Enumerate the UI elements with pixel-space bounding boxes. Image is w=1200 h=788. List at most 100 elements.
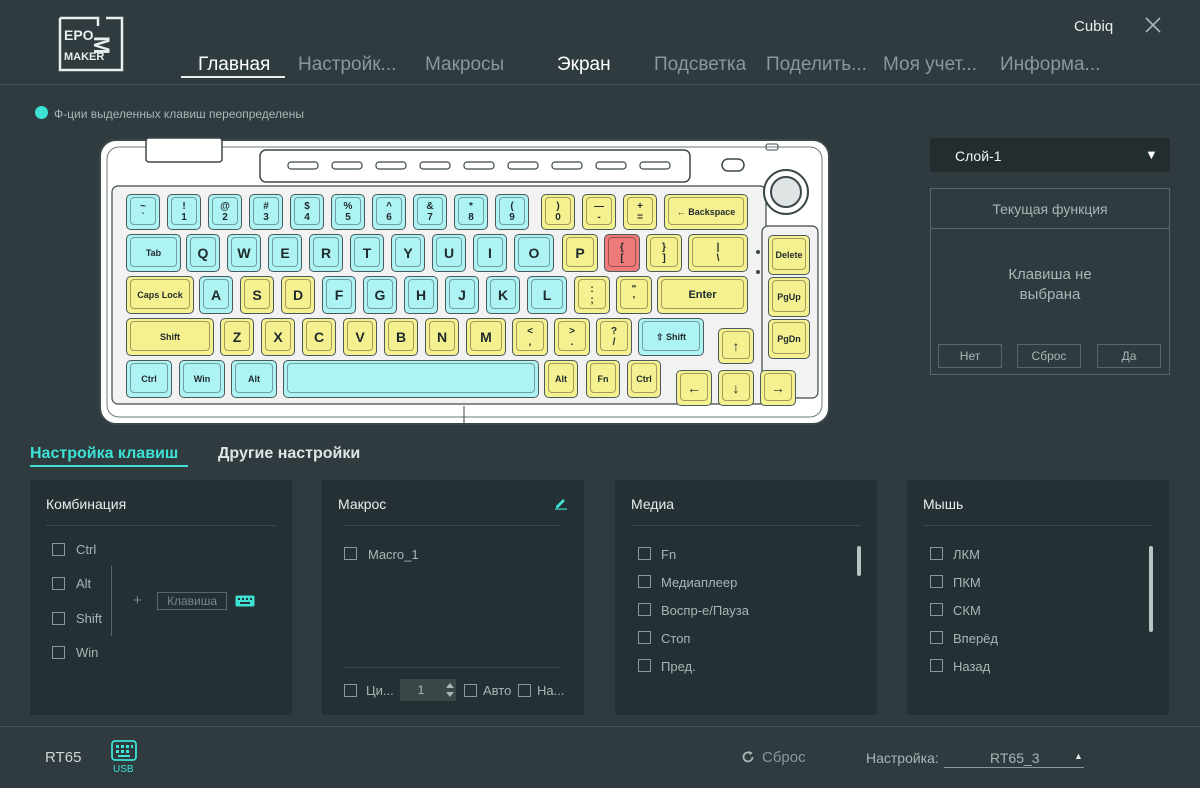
key-s[interactable]: S (240, 276, 274, 314)
key-7[interactable]: & 7 (413, 194, 447, 230)
reset-button[interactable]: Сброс (1017, 344, 1081, 368)
tab-home[interactable]: Главная (198, 54, 270, 76)
key-bracket-left[interactable]: { [ (604, 234, 640, 272)
key-x[interactable]: X (261, 318, 295, 356)
key-win[interactable]: Win (179, 360, 225, 398)
tab-other-settings[interactable]: Другие настройки (218, 445, 360, 463)
key-minus[interactable]: — - (582, 194, 616, 230)
key-e[interactable]: E (268, 234, 302, 272)
key-6[interactable]: ^ 6 (372, 194, 406, 230)
media-checkbox-player[interactable] (638, 575, 651, 588)
key-ctrl-right[interactable]: Ctrl (627, 360, 661, 398)
win-checkbox[interactable] (52, 646, 65, 659)
key-3[interactable]: # 3 (249, 194, 283, 230)
shift-checkbox[interactable] (52, 612, 65, 625)
key-delete[interactable]: Delete (768, 235, 810, 275)
key-period[interactable]: > . (554, 318, 590, 356)
cycle-checkbox[interactable] (344, 684, 357, 697)
key-k[interactable]: K (486, 276, 520, 314)
tab-screen[interactable]: Экран (557, 54, 611, 76)
key-input[interactable]: Клавиша (157, 592, 227, 610)
key-capslock[interactable]: Caps Lock (126, 276, 194, 314)
key-backspace[interactable]: ← Backspace (664, 194, 748, 230)
key-n[interactable]: N (425, 318, 459, 356)
key-backslash[interactable]: | \ (688, 234, 748, 272)
key-alt-right[interactable]: Alt (544, 360, 578, 398)
key-2[interactable]: @ 2 (208, 194, 242, 230)
tab-key-settings[interactable]: Настройка клавиш (30, 445, 178, 463)
mouse-checkbox-mmb[interactable] (930, 603, 943, 616)
key-a[interactable]: A (199, 276, 233, 314)
key-shift-right[interactable]: ⇧ Shift (638, 318, 704, 356)
footer-reset-button[interactable]: Сброс (762, 749, 806, 766)
key-arrow-up[interactable]: ↑ (718, 328, 754, 364)
close-icon[interactable] (1144, 16, 1162, 34)
stepper-arrows-icon[interactable] (444, 680, 456, 700)
key-u[interactable]: U (432, 234, 466, 272)
key-pgup[interactable]: PgUp (768, 277, 810, 317)
key-quote[interactable]: " ' (616, 276, 652, 314)
media-checkbox-stop[interactable] (638, 631, 651, 644)
alt-checkbox[interactable] (52, 577, 65, 590)
key-5[interactable]: % 5 (331, 194, 365, 230)
key-fn[interactable]: Fn (586, 360, 620, 398)
mouse-checkbox-lmb[interactable] (930, 547, 943, 560)
key-d[interactable]: D (281, 276, 315, 314)
key-j[interactable]: J (445, 276, 479, 314)
key-1[interactable]: ! 1 (167, 194, 201, 230)
key-comma[interactable]: < , (512, 318, 548, 356)
caret-up-icon[interactable]: ▲ (1074, 751, 1083, 761)
key-q[interactable]: Q (186, 234, 220, 272)
media-checkbox-playpause[interactable] (638, 603, 651, 616)
key-v[interactable]: V (343, 318, 377, 356)
key-t[interactable]: T (350, 234, 384, 272)
tab-info[interactable]: Информа... (1000, 54, 1100, 76)
tab-macros[interactable]: Макросы (425, 54, 504, 76)
media-scrollbar[interactable] (857, 546, 861, 576)
key-4[interactable]: $ 4 (290, 194, 324, 230)
key-f[interactable]: F (322, 276, 356, 314)
media-checkbox-fn[interactable] (638, 547, 651, 560)
key-bracket-right[interactable]: } ] (646, 234, 682, 272)
usb-keyboard-icon[interactable] (110, 740, 138, 762)
key-b[interactable]: B (384, 318, 418, 356)
profile-select[interactable]: RT65_3 (990, 750, 1040, 766)
key-semicolon[interactable]: : ; (574, 276, 610, 314)
key-arrow-left[interactable]: ← (676, 370, 712, 406)
mouse-checkbox-forward[interactable] (930, 631, 943, 644)
key-g[interactable]: G (363, 276, 397, 314)
key-8[interactable]: * 8 (454, 194, 488, 230)
key-w[interactable]: W (227, 234, 261, 272)
key-r[interactable]: R (309, 234, 343, 272)
na-checkbox[interactable] (518, 684, 531, 697)
mouse-scrollbar[interactable] (1149, 546, 1153, 632)
key-9[interactable]: ( 9 (495, 194, 529, 230)
key-grave[interactable]: ~ ` (126, 194, 160, 230)
tab-settings[interactable]: Настройк... (298, 54, 396, 76)
key-i[interactable]: I (473, 234, 507, 272)
reset-icon[interactable] (741, 750, 755, 764)
key-p[interactable]: P (562, 234, 598, 272)
tab-account[interactable]: Моя учет... (883, 54, 977, 76)
key-alt-left[interactable]: Alt (231, 360, 277, 398)
key-shift-left[interactable]: Shift (126, 318, 214, 356)
key-ctrl-left[interactable]: Ctrl (126, 360, 172, 398)
key-slash[interactable]: ? / (596, 318, 632, 356)
yes-button[interactable]: Да (1097, 344, 1161, 368)
key-arrow-down[interactable]: ↓ (718, 370, 754, 406)
no-button[interactable]: Нет (938, 344, 1002, 368)
auto-checkbox[interactable] (464, 684, 477, 697)
key-o[interactable]: O (514, 234, 554, 272)
ctrl-checkbox[interactable] (52, 543, 65, 556)
keyboard-icon[interactable] (235, 595, 255, 607)
key-h[interactable]: H (404, 276, 438, 314)
tab-lighting[interactable]: Подсветка (654, 54, 746, 76)
key-0[interactable]: ) 0 (541, 194, 575, 230)
mouse-checkbox-back[interactable] (930, 659, 943, 672)
macro-item-checkbox[interactable] (344, 547, 357, 560)
edit-pencil-icon[interactable] (554, 496, 568, 510)
key-equal[interactable]: + = (623, 194, 657, 230)
key-tab[interactable]: Tab (126, 234, 181, 272)
key-enter[interactable]: Enter (657, 276, 748, 314)
media-checkbox-prev[interactable] (638, 659, 651, 672)
